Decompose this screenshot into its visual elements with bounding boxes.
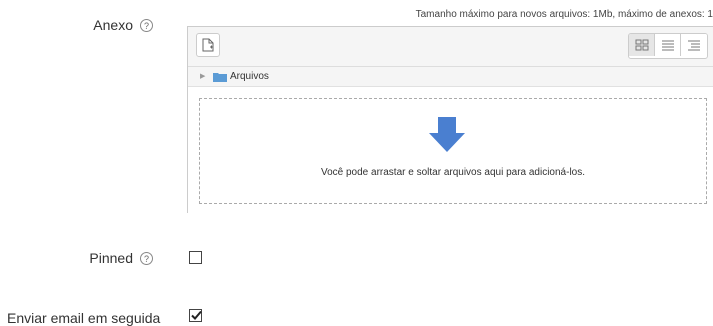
folder-icon xyxy=(213,73,227,82)
tree-view-icon xyxy=(688,40,700,51)
dropzone-instructions: Você pode arrastar e soltar arquivos aqu… xyxy=(320,167,586,178)
pinned-label-row: Pinned? xyxy=(89,250,153,266)
tree-view-button[interactable] xyxy=(681,34,707,56)
checkmark-icon xyxy=(191,310,202,320)
expand-arrow-icon[interactable]: ▶ xyxy=(200,72,205,80)
email-label: Enviar email em seguida xyxy=(7,310,161,326)
pinned-checkbox[interactable] xyxy=(189,251,202,264)
dropzone-area: Você pode arrastar e soltar arquivos aqu… xyxy=(188,87,713,213)
add-file-button[interactable] xyxy=(196,33,220,57)
path-bar: ▶ Arquivos xyxy=(188,67,713,87)
path-folder-link[interactable]: Arquivos xyxy=(230,71,269,82)
list-view-button[interactable] xyxy=(655,34,681,56)
download-arrow-icon xyxy=(429,117,465,152)
help-icon[interactable]: ? xyxy=(140,18,153,32)
icons-view-icon xyxy=(635,39,649,51)
max-size-info: Tamanho máximo para novos arquivos: 1Mb,… xyxy=(415,9,713,20)
help-icon[interactable]: ? xyxy=(140,251,153,265)
file-manager-toolbar xyxy=(188,27,713,67)
add-file-icon xyxy=(202,38,214,52)
view-mode-group xyxy=(628,33,708,59)
file-manager: ▶ Arquivos Você pode arrastar e soltar a… xyxy=(187,26,713,213)
send-email-checkbox[interactable] xyxy=(189,309,202,322)
list-view-icon xyxy=(662,40,674,51)
dropzone[interactable]: Você pode arrastar e soltar arquivos aqu… xyxy=(199,98,707,204)
pinned-label: Pinned xyxy=(89,250,133,266)
icons-view-button[interactable] xyxy=(629,34,655,56)
